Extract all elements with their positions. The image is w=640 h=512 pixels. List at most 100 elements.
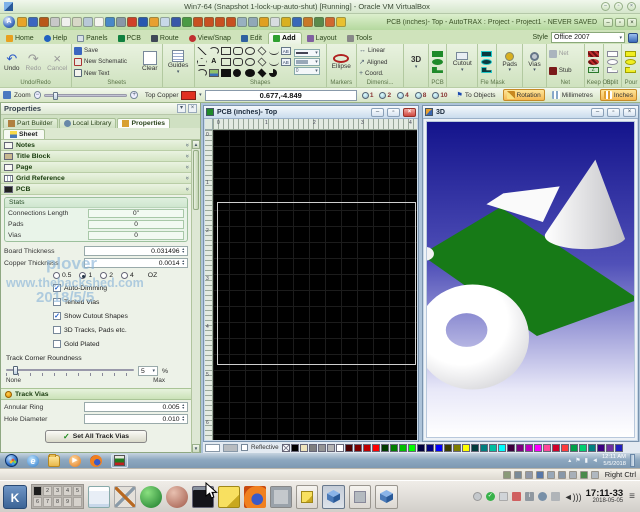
color-swatch[interactable] [579, 444, 587, 452]
color-swatch[interactable] [552, 444, 560, 452]
volume-tray-icon[interactable]: ◄))) [564, 492, 582, 502]
ab-tool[interactable]: AB [281, 47, 291, 55]
new-icon[interactable] [17, 17, 27, 27]
grid-2-icon[interactable] [314, 17, 324, 27]
desktop-cell[interactable]: 6 [33, 497, 42, 507]
pen-blue-icon[interactable] [292, 17, 302, 27]
volume-icon[interactable]: ◄ [592, 458, 598, 464]
tab-view-snap[interactable]: View/Snap [185, 33, 236, 44]
spinner-icon[interactable]: ▲▼ [182, 404, 185, 410]
columns-icon[interactable] [83, 17, 93, 27]
properties-scrollbar[interactable]: ▲ ▼ [191, 140, 200, 453]
update-ok-icon[interactable]: ✓ [486, 492, 495, 501]
zoom-4-button[interactable]: 4 [395, 91, 411, 100]
roundness-slider[interactable] [6, 366, 134, 376]
text-editor-launcher[interactable] [88, 486, 110, 508]
tab-sheet[interactable]: Sheet [3, 129, 45, 139]
board-outline[interactable] [217, 202, 416, 365]
color-swatch[interactable] [489, 444, 497, 452]
color-swatch[interactable] [498, 444, 506, 452]
color-swatch[interactable] [417, 444, 425, 452]
save-icon[interactable] [28, 17, 38, 27]
annular-ring-input[interactable]: 0.005▲▼ [84, 402, 188, 412]
window-button-notes[interactable] [296, 485, 318, 509]
vbox-close-button[interactable]: × [627, 2, 636, 11]
poly-tool[interactable] [197, 58, 207, 66]
tab-properties[interactable]: Properties [117, 118, 170, 128]
undo-icon[interactable] [39, 17, 49, 27]
utility-launcher[interactable] [166, 486, 188, 508]
pour-rect-tool[interactable] [625, 51, 636, 57]
pie-tool[interactable] [269, 69, 277, 77]
color-swatch[interactable] [543, 444, 551, 452]
network-manager-icon[interactable] [512, 492, 521, 501]
spinner-icon[interactable]: ▲▼ [182, 416, 185, 422]
globe-launcher[interactable] [140, 486, 162, 508]
grid-green-icon[interactable] [182, 17, 192, 27]
section-title-block[interactable]: Title Block» [1, 151, 191, 162]
oz-radio-2[interactable]: 2 [100, 272, 113, 279]
show-desktop-button[interactable] [630, 454, 635, 467]
ruler-2-icon[interactable] [248, 17, 258, 27]
chip-2-icon[interactable] [204, 17, 214, 27]
new-schematic-button[interactable]: New Schematic [74, 58, 138, 66]
tab-edit[interactable]: Edit [237, 33, 267, 44]
autotrax-logo[interactable]: A [3, 16, 15, 28]
color-swatch[interactable] [390, 444, 398, 452]
autotrax-taskbar-button[interactable] [111, 454, 128, 468]
bluetooth-icon[interactable] [499, 492, 508, 501]
diamond-f-tool[interactable] [257, 69, 266, 78]
color-swatch[interactable] [525, 444, 533, 452]
rect-f-tool[interactable] [221, 69, 231, 77]
foreground-color-box[interactable] [205, 444, 220, 452]
coord-dimension-button[interactable]: +Coord. [359, 70, 401, 77]
track-vias-header[interactable]: Track Vias [1, 388, 191, 400]
3d-close-button[interactable]: × [623, 108, 636, 117]
pour-ellipse-tool[interactable] [625, 59, 636, 65]
panel-close-button[interactable]: × [188, 104, 197, 113]
arc-tool[interactable] [209, 47, 219, 55]
dim-icon[interactable] [160, 17, 170, 27]
img-tool[interactable] [209, 69, 219, 77]
color-swatch[interactable] [399, 444, 407, 452]
display-launcher[interactable] [270, 486, 292, 508]
tab-help[interactable]: Help [40, 33, 72, 44]
k-menu-button[interactable]: K [3, 485, 27, 509]
color-swatch[interactable] [606, 444, 614, 452]
cursor-tool-icon[interactable] [270, 17, 280, 27]
section-page[interactable]: Page» [1, 162, 191, 173]
ellipse-f-tool[interactable] [245, 69, 255, 77]
photo-icon[interactable] [149, 17, 159, 27]
desktop-cell[interactable]: 9 [63, 497, 72, 507]
split-ellipse-tool[interactable] [607, 59, 618, 65]
flag-blue-icon[interactable] [138, 17, 148, 27]
3d-viewport[interactable] [426, 121, 635, 438]
3d-maximize-button[interactable]: ▫ [607, 108, 620, 117]
color-swatch[interactable] [453, 444, 461, 452]
tab-pcb[interactable]: PCB [114, 33, 146, 44]
vias-button[interactable]: Vias▾ [526, 52, 543, 72]
tag-red-icon[interactable] [127, 17, 137, 27]
keepout-z-tool[interactable]: Z [588, 67, 599, 73]
rect-o-tool[interactable] [221, 47, 231, 55]
pour-polygon-tool[interactable] [625, 67, 636, 73]
diamond-o-tool[interactable] [257, 58, 266, 67]
tab-layout[interactable]: Layout [303, 33, 342, 44]
color-swatch[interactable] [336, 444, 344, 452]
pen-yellow-icon[interactable] [281, 17, 291, 27]
library-icon[interactable] [303, 17, 313, 27]
undo-button[interactable]: ↶Undo [2, 52, 22, 72]
zoom-slider-thumb[interactable] [53, 92, 58, 100]
shape-icon[interactable] [61, 17, 71, 27]
line-style-dropdown[interactable]: ▾ [294, 49, 320, 57]
panel-menu-icon[interactable]: ≡ [627, 491, 637, 502]
settings-launcher[interactable] [114, 486, 136, 508]
3d-minimize-button[interactable]: – [591, 108, 604, 117]
desktop-cell[interactable] [73, 497, 82, 507]
3d-button[interactable]: 3D▾ [409, 55, 423, 68]
color-swatch[interactable] [318, 444, 326, 452]
oz-radio-4[interactable]: 4 [121, 272, 134, 279]
zoom-10-button[interactable]: 10 [430, 91, 449, 100]
tab-local-library[interactable]: Local Library [59, 118, 117, 128]
split-rect-tool[interactable] [607, 51, 618, 57]
